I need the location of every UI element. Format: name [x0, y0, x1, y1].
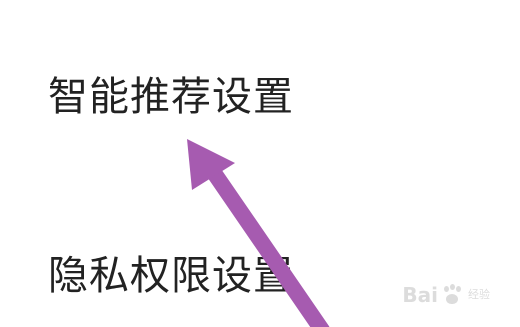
settings-screen: 智能推荐设置 隐私权限设置 Bai 经验 — [0, 0, 520, 327]
privacy-permission-settings-item[interactable]: 隐私权限设置 — [48, 246, 468, 306]
smart-recommendation-settings-item[interactable]: 智能推荐设置 — [48, 67, 468, 127]
watermark-jingyan-text: 经验 — [468, 288, 490, 301]
arrow-head — [187, 139, 235, 190]
